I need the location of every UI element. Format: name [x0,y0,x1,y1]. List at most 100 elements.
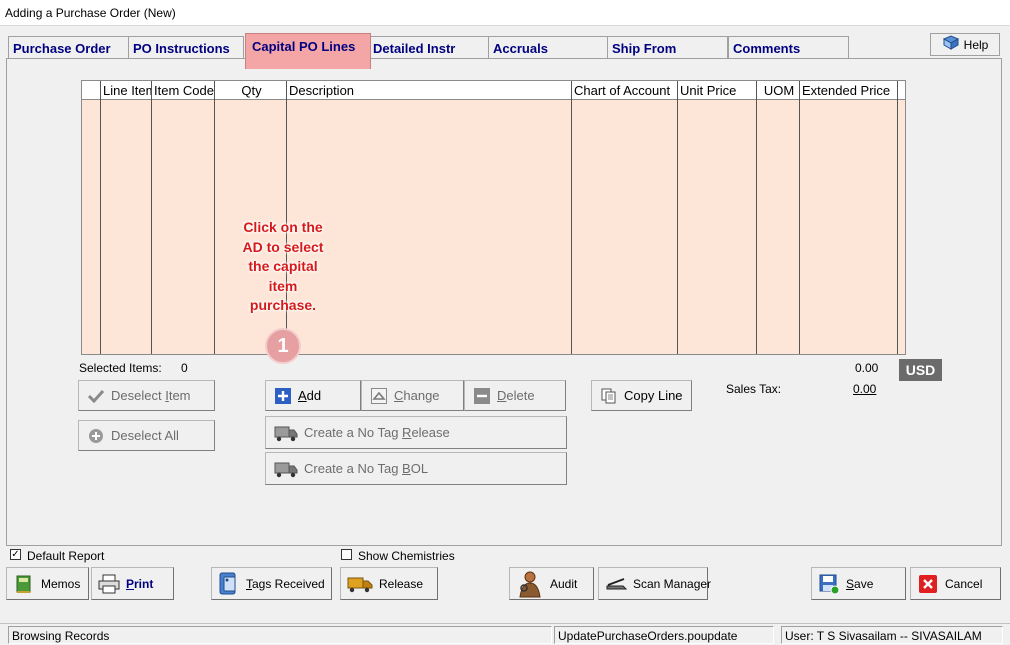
tab-capital-po-lines[interactable]: Capital PO Lines [245,33,371,69]
change-label: Change [394,388,440,403]
truck-icon [274,424,298,442]
tab-ship-from[interactable]: Ship From [607,36,728,58]
tab-label: Capital PO Lines [252,39,356,54]
scan-manager-label: Scan Manager [633,576,712,591]
release-truck-icon [347,573,373,595]
tags-icon [218,572,240,595]
cancel-button[interactable]: Cancel [910,567,1001,600]
help-button[interactable]: Help [930,33,1000,56]
plus-icon [274,387,292,405]
delete-button[interactable]: Delete [464,380,566,411]
sales-tax-value[interactable]: 0.00 [853,382,876,396]
audit-button[interactable]: Audit [509,567,594,600]
save-disk-icon [818,573,840,595]
column-divider [677,100,678,354]
tab-comments[interactable]: Comments [728,36,849,58]
show-chemistries-label: Show Chemistries [358,549,455,563]
column-divider [571,100,572,354]
tab-accruals[interactable]: Accruals [488,36,608,58]
memos-button[interactable]: Memos [6,567,89,600]
tags-received-button[interactable]: Tags Received [211,567,332,600]
tab-label: Accruals [493,41,548,56]
column-header-unit-price[interactable]: Unit Price [678,81,757,100]
default-report-checkbox[interactable]: ✓ [10,549,21,560]
column-header-chart-of-account[interactable]: Chart of Account [572,81,678,100]
help-label: Help [963,37,989,52]
memos-label: Memos [41,576,81,591]
column-header-item-code[interactable]: Item Code [152,81,215,100]
grid-header: Line Item Item Code Qty Description Char… [82,81,905,100]
column-divider [100,100,101,354]
change-button[interactable]: Change [361,380,464,411]
tab-purchase-order[interactable]: Purchase Order [8,36,129,58]
selected-items-count: 0 [181,361,188,375]
status-user: User: T S Sivasailam -- SIVASAILAM [781,626,1003,644]
tab-label: Purchase Order [13,41,111,56]
auditor-icon [516,570,544,598]
deselect-all-label: Deselect All [111,428,179,443]
column-divider [756,100,757,354]
column-header-description[interactable]: Description [287,81,572,100]
print-label: Print [126,576,154,591]
checkmark-icon [87,387,105,405]
minus-icon [473,387,491,405]
callout-line: the capital [248,258,318,274]
column-header-uom[interactable]: UOM [757,81,800,100]
create-no-tag-bol-label: Create a No Tag BOL [304,461,429,476]
tab-po-instructions[interactable]: PO Instructions [128,36,244,58]
tab-label: Comments [733,41,801,56]
column-header-line-item[interactable]: Line Item [101,81,152,100]
add-label: Add [298,388,322,403]
create-no-tag-release-button[interactable]: Create a No Tag Release [265,416,567,449]
column-divider [799,100,800,354]
default-report-label: Default Report [27,549,105,563]
help-book-icon [942,35,960,54]
window-title: Adding a Purchase Order (New) [5,6,176,20]
column-header-qty[interactable]: Qty [215,81,287,100]
tab-label: PO Instructions [133,41,230,56]
callout-line: purchase. [249,297,317,313]
audit-label: Audit [550,576,578,591]
save-button[interactable]: Save [811,567,906,600]
total-amount: 0.00 [855,361,879,375]
cancel-label: Cancel [945,576,983,591]
column-header-extended-price[interactable]: Extended Price [800,81,898,100]
tags-received-label: Tags Received [246,576,325,591]
tab-detailed-instr[interactable]: Detailed Instr [368,36,489,58]
add-button[interactable]: Add [265,380,361,411]
deselect-all-icon [87,427,105,445]
selected-items-label: Selected Items: [79,361,162,375]
tutorial-callout-text: Click on the AD to select the capital it… [233,218,333,316]
change-icon [370,387,388,405]
deselect-item-button[interactable]: Deselect Item [78,380,215,411]
create-no-tag-bol-button[interactable]: Create a No Tag BOL [265,452,567,485]
delete-label: Delete [497,388,535,403]
copy-icon [600,387,618,405]
deselect-all-button[interactable]: Deselect All [78,420,215,451]
create-no-tag-release-label: Create a No Tag Release [304,425,450,440]
callout-line: item [268,277,298,294]
tab-label: Detailed Instr [373,41,456,56]
callout-line: Click on the [243,219,323,235]
release-label: Release [379,576,424,591]
release-button[interactable]: Release [340,567,438,600]
tutorial-step-badge: 1 [265,328,301,364]
column-divider [214,100,215,354]
show-chemistries-checkbox[interactable] [341,549,352,560]
po-lines-grid[interactable]: Line Item Item Code Qty Description Char… [81,80,906,355]
cancel-x-icon [917,573,939,595]
deselect-item-label: Deselect Item [111,388,191,403]
memo-book-icon [13,573,35,595]
print-button[interactable]: Print [91,567,174,600]
truck-icon [274,460,298,478]
scan-manager-button[interactable]: Scan Manager [598,567,712,600]
copy-line-button[interactable]: Copy Line [591,380,692,411]
status-bar: Browsing Records UpdatePurchaseOrders.po… [0,623,1010,645]
sales-tax-label: Sales Tax: [726,382,782,396]
column-divider [151,100,152,354]
save-label: Save [846,576,874,591]
callout-line: AD to select [242,238,324,255]
status-procedure: UpdatePurchaseOrders.poupdate [554,626,774,644]
copy-line-label: Copy Line [624,388,683,403]
currency-badge: USD [899,359,942,381]
